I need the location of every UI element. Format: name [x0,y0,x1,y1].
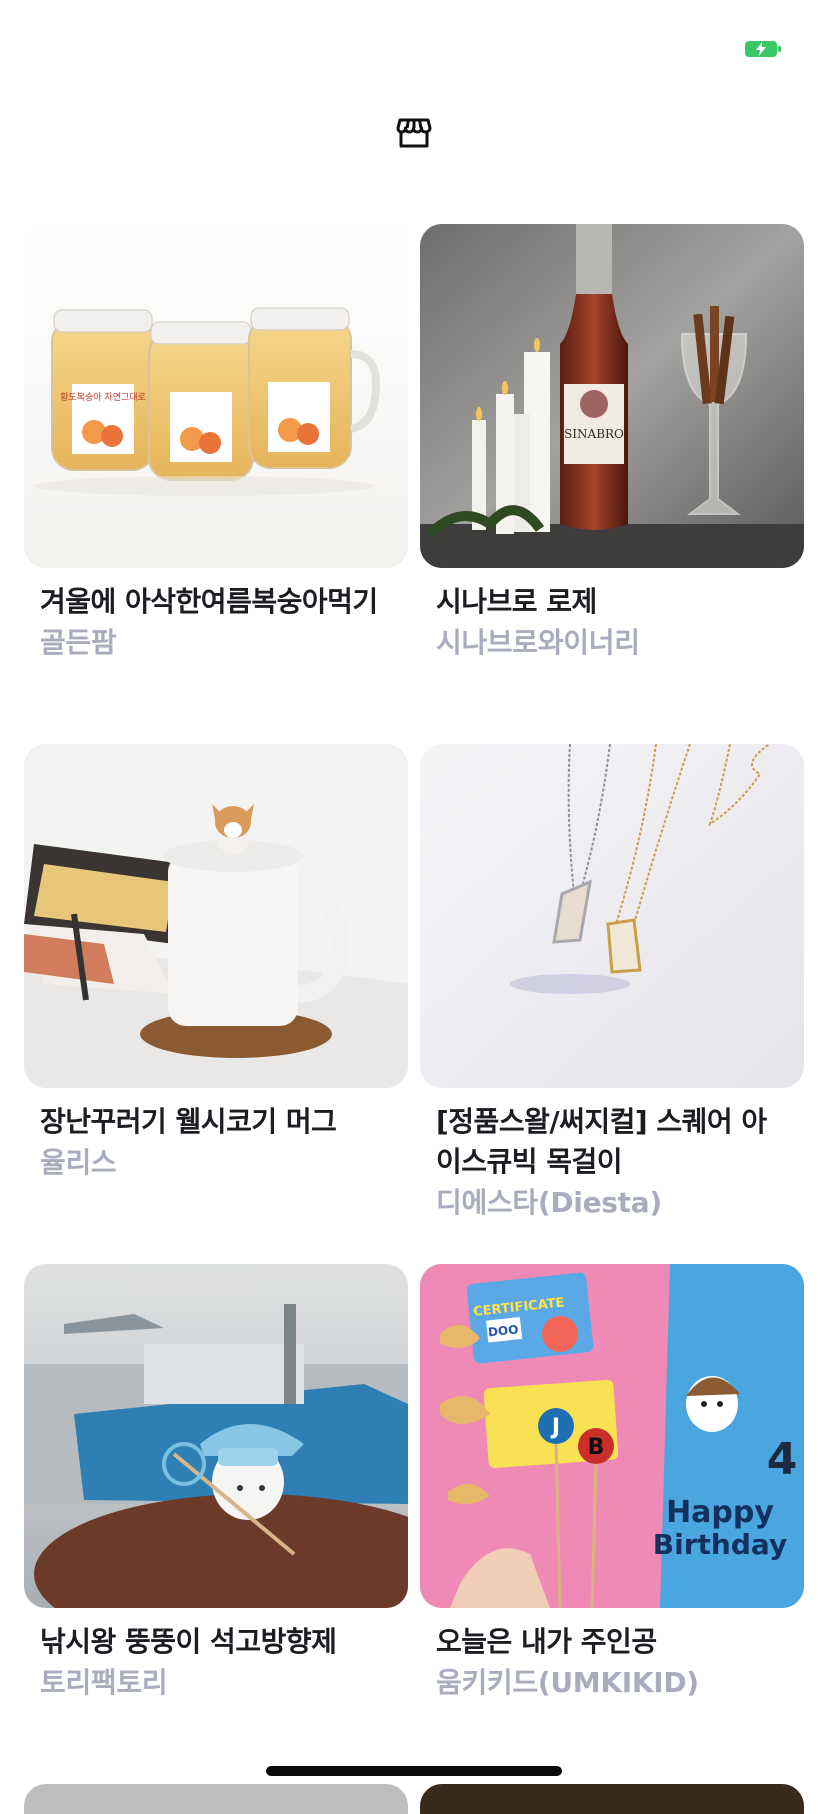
product-title[interactable]: 시나브로 로제 [436,582,788,622]
birthday-text: Birthday [653,1528,787,1561]
product-seller[interactable]: 시나브로와이너리 [436,622,788,664]
product-seller[interactable]: 골든팜 [40,622,392,664]
product-card[interactable]: SINABRO 시나브로 로제 시나브로와이너리 [420,224,804,744]
product-card[interactable]: 장난꾸러기 웰시코기 머그 율리스 [24,744,408,1264]
product-card[interactable]: 황도복숭아 자연그대로 겨울에 아삭한여름복숭아먹기 골든팜 [24,224,408,744]
product-image-rose-wine: SINABRO [420,224,804,568]
product-grid: 황도복숭아 자연그대로 겨울에 아삭한여름복숭아먹기 골든팜 SINABRO 시… [24,224,804,1784]
product-image-necklaces [420,744,804,1088]
home-indicator[interactable] [266,1766,562,1776]
letter-b: B [588,1435,605,1460]
product-seller[interactable]: 디에스타(Diesta) [436,1182,788,1224]
product-seller[interactable]: 움키키드(UMKIKID) [436,1662,788,1704]
wine-label-text: SINABRO [564,427,624,441]
product-title[interactable]: [정품스왈/써지컬] 스퀘어 아이스큐빅 목걸이 [436,1102,788,1182]
next-product-image-peek [24,1784,408,1814]
product-title[interactable]: 장난꾸러기 웰시코기 머그 [40,1102,392,1142]
battery-charging-icon [745,41,781,57]
product-title[interactable]: 겨울에 아삭한여름복숭아먹기 [40,582,392,622]
product-seller[interactable]: 토리팩토리 [40,1662,392,1704]
header [0,88,828,198]
product-card[interactable]: [정품스왈/써지컬] 스퀘어 아이스큐빅 목걸이 디에스타(Diesta) [420,744,804,1264]
number-4-text: 4 [767,1434,798,1485]
happy-text: Happy [666,1495,774,1530]
status-bar [0,0,828,88]
jar-label-text: 황도복숭아 자연그대로 [60,392,146,403]
product-image-fishing-figurine [24,1264,408,1608]
store-icon[interactable] [396,114,432,150]
product-title[interactable]: 오늘은 내가 주인공 [436,1622,788,1662]
product-card[interactable]: CERTIFICATE DOO J B Happy Birthday 4 오늘은… [420,1264,804,1784]
next-product-image-peek [420,1784,804,1814]
product-seller[interactable]: 율리스 [40,1142,392,1184]
letter-j: J [550,1415,560,1440]
product-image-corgi-mug [24,744,408,1088]
product-image-peach-jars: 황도복숭아 자연그대로 [24,224,408,568]
product-image-birthday-book: CERTIFICATE DOO J B Happy Birthday 4 [420,1264,804,1608]
product-title[interactable]: 낚시왕 뚱뚱이 석고방향제 [40,1622,392,1662]
product-card[interactable]: 낚시왕 뚱뚱이 석고방향제 토리팩토리 [24,1264,408,1784]
